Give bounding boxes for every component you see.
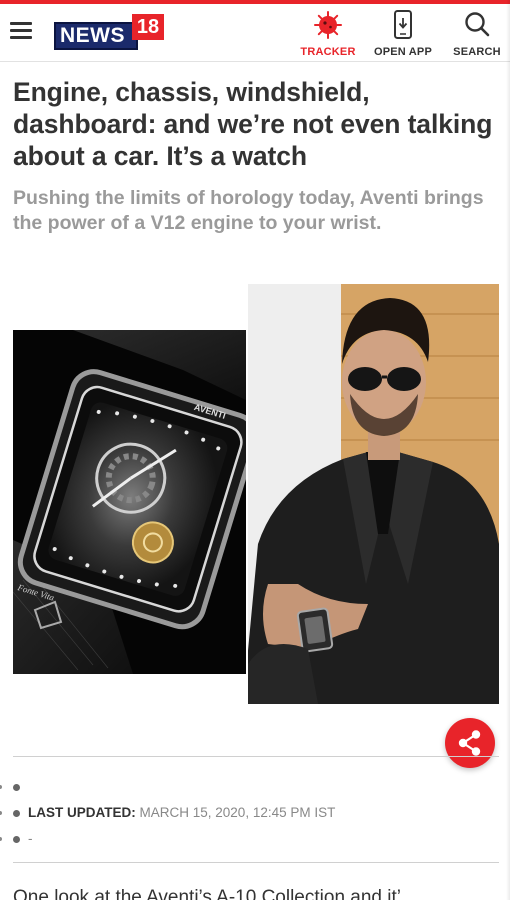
watch-illustration: AVENTI Fonte Vita [13, 330, 246, 674]
bullet-icon [13, 836, 20, 843]
meta-extra-text: - [28, 831, 33, 846]
share-button[interactable] [445, 718, 495, 768]
divider-bottom [13, 862, 499, 863]
last-updated-label: LAST UPDATED: [28, 805, 136, 820]
article-subheadline: Pushing the limits of horology today, Av… [13, 187, 484, 234]
bullet-icon [13, 810, 20, 817]
model-photo [248, 284, 499, 704]
meta-item-extra: - [13, 826, 499, 852]
article-body-preview: One look at the Aventi’s A-10 Collection… [13, 887, 417, 900]
article-hero-image: AVENTI Fonte Vita [13, 284, 499, 704]
search-icon [465, 12, 490, 37]
tracker-button[interactable]: TRACKER [296, 8, 360, 62]
bullet-icon [13, 784, 20, 791]
meta-item-byline [13, 774, 499, 800]
phone-download-icon [394, 10, 412, 39]
tracker-label: TRACKER [300, 46, 356, 58]
watch-photo: AVENTI Fonte Vita [13, 330, 246, 674]
virus-icon [314, 11, 342, 39]
share-icon [458, 730, 481, 756]
last-updated-value: MARCH 15, 2020, 12:45 PM IST [139, 805, 336, 820]
article-headline: Engine, chassis, windshield, dashboard: … [13, 77, 493, 171]
search-button[interactable]: SEARCH [448, 8, 506, 62]
article-header: Engine, chassis, windshield, dashboard: … [13, 62, 499, 236]
article-meta-list: LAST UPDATED: MARCH 15, 2020, 12:45 PM I… [13, 774, 499, 852]
model-illustration [248, 284, 499, 704]
meta-item-updated: LAST UPDATED: MARCH 15, 2020, 12:45 PM I… [13, 800, 499, 826]
open-app-button[interactable]: OPEN APP [370, 8, 436, 62]
news18-logo[interactable]: NEWS 18 [54, 14, 164, 50]
site-header: NEWS 18 TRACKER OPEN APP SEARCH [0, 4, 510, 62]
search-label: SEARCH [453, 46, 501, 58]
logo-text: NEWS [54, 22, 138, 50]
screen-edge-shadow [506, 0, 510, 900]
logo-number: 18 [132, 14, 164, 40]
divider-top [13, 756, 499, 757]
menu-icon[interactable] [10, 22, 34, 42]
open-app-label: OPEN APP [373, 46, 433, 58]
